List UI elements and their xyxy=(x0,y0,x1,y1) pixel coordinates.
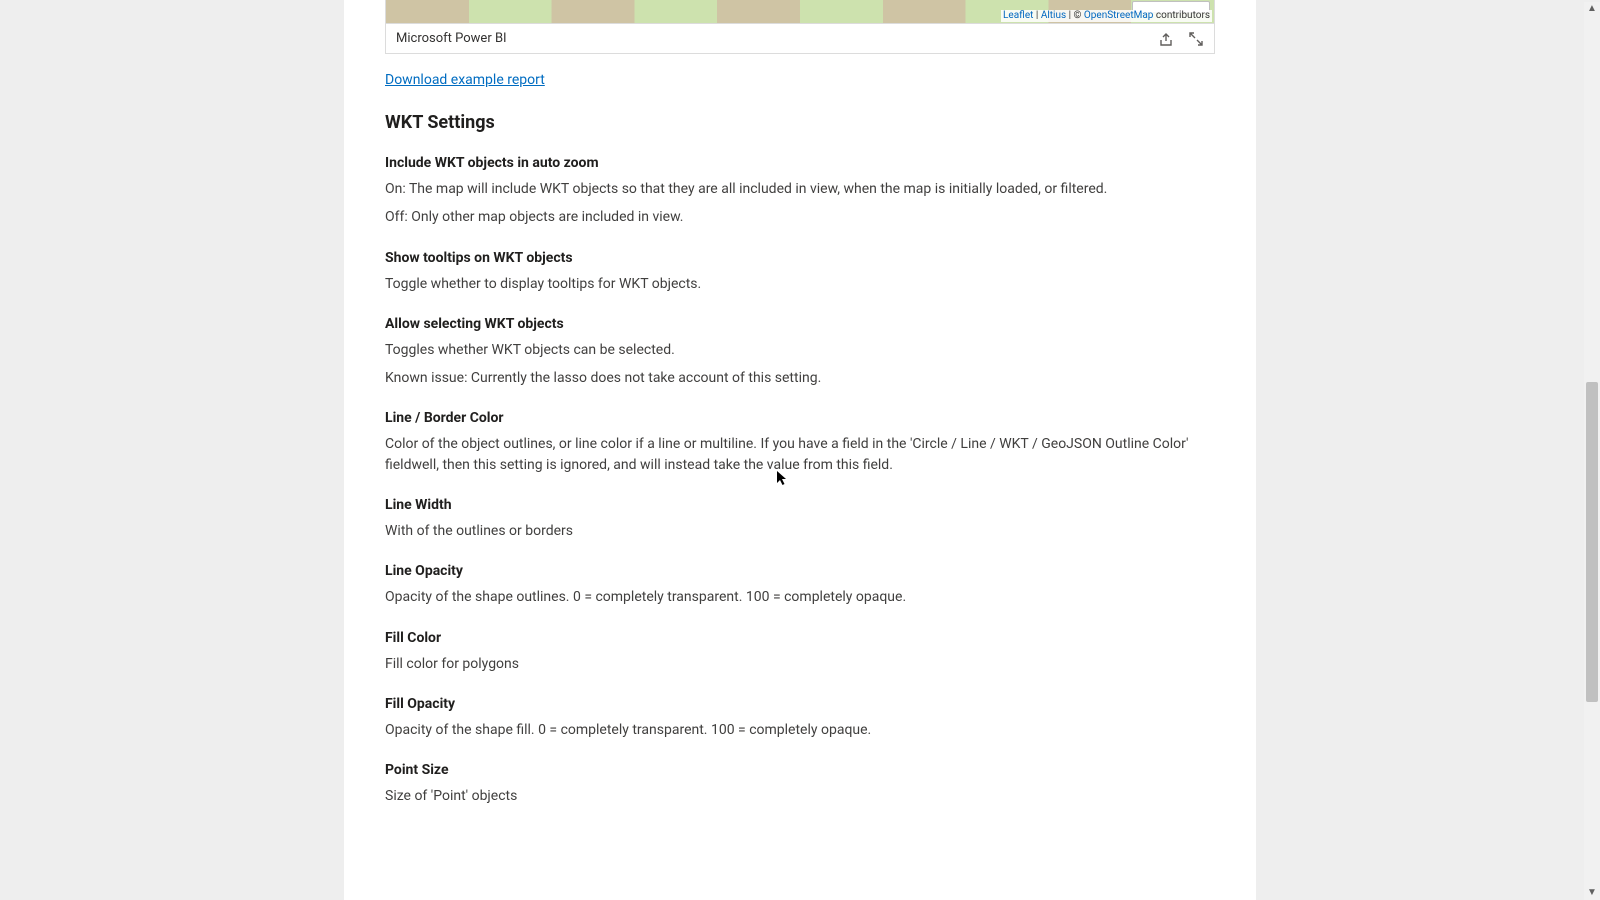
paragraph: Size of 'Point' objects xyxy=(385,786,1215,806)
subhead-line-width: Line Width xyxy=(385,497,1215,513)
subhead-show-tooltips: Show tooltips on WKT objects xyxy=(385,250,1215,266)
subhead-allow-selecting: Allow selecting WKT objects xyxy=(385,316,1215,332)
map-attribution: Leaflet | Altius | © OpenStreetMap contr… xyxy=(1001,10,1212,22)
download-report-link[interactable]: Download example report xyxy=(385,72,545,88)
paragraph: Off: Only other map objects are included… xyxy=(385,207,1215,227)
section-title-wkt-settings: WKT Settings xyxy=(385,112,1215,133)
document-page: Leaflet | Altius | © OpenStreetMap contr… xyxy=(344,0,1256,900)
subhead-include-wkt-autozoom: Include WKT objects in auto zoom xyxy=(385,155,1215,171)
subhead-point-size: Point Size xyxy=(385,762,1215,778)
paragraph: Opacity of the shape fill. 0 = completel… xyxy=(385,720,1215,740)
paragraph: Toggle whether to display tooltips for W… xyxy=(385,274,1215,294)
subhead-line-border-color: Line / Border Color xyxy=(385,410,1215,426)
map-attrib-osm[interactable]: OpenStreetMap xyxy=(1084,10,1154,21)
paragraph: Fill color for polygons xyxy=(385,654,1215,674)
map-preview: Leaflet | Altius | © OpenStreetMap contr… xyxy=(385,0,1215,24)
viewport: Leaflet | Altius | © OpenStreetMap contr… xyxy=(0,0,1600,900)
paragraph: Toggles whether WKT objects can be selec… xyxy=(385,340,1215,360)
subhead-fill-color: Fill Color xyxy=(385,630,1215,646)
paragraph: Color of the object outlines, or line co… xyxy=(385,434,1215,475)
subhead-line-opacity: Line Opacity xyxy=(385,563,1215,579)
paragraph: Known issue: Currently the lasso does no… xyxy=(385,368,1215,388)
map-attrib-vendor[interactable]: Altius xyxy=(1041,10,1066,21)
scrollbar-arrow-down-icon[interactable]: ▼ xyxy=(1584,884,1600,900)
vertical-scrollbar[interactable]: ▲ ▼ xyxy=(1584,2,1600,900)
paragraph: With of the outlines or borders xyxy=(385,521,1215,541)
powerbi-title: Microsoft Power BI xyxy=(396,31,507,46)
scrollbar-thumb[interactable] xyxy=(1586,382,1598,702)
article-content: Download example report WKT Settings Inc… xyxy=(385,54,1215,807)
paragraph: On: The map will include WKT objects so … xyxy=(385,179,1215,199)
powerbi-embed-bar: Microsoft Power BI xyxy=(385,24,1215,54)
scrollbar-arrow-up-icon[interactable]: ▲ xyxy=(1584,0,1600,16)
share-icon[interactable] xyxy=(1158,31,1174,47)
fullscreen-icon[interactable] xyxy=(1188,31,1204,47)
map-attrib-leaflet[interactable]: Leaflet xyxy=(1003,10,1033,21)
paragraph: Opacity of the shape outlines. 0 = compl… xyxy=(385,587,1215,607)
subhead-fill-opacity: Fill Opacity xyxy=(385,696,1215,712)
